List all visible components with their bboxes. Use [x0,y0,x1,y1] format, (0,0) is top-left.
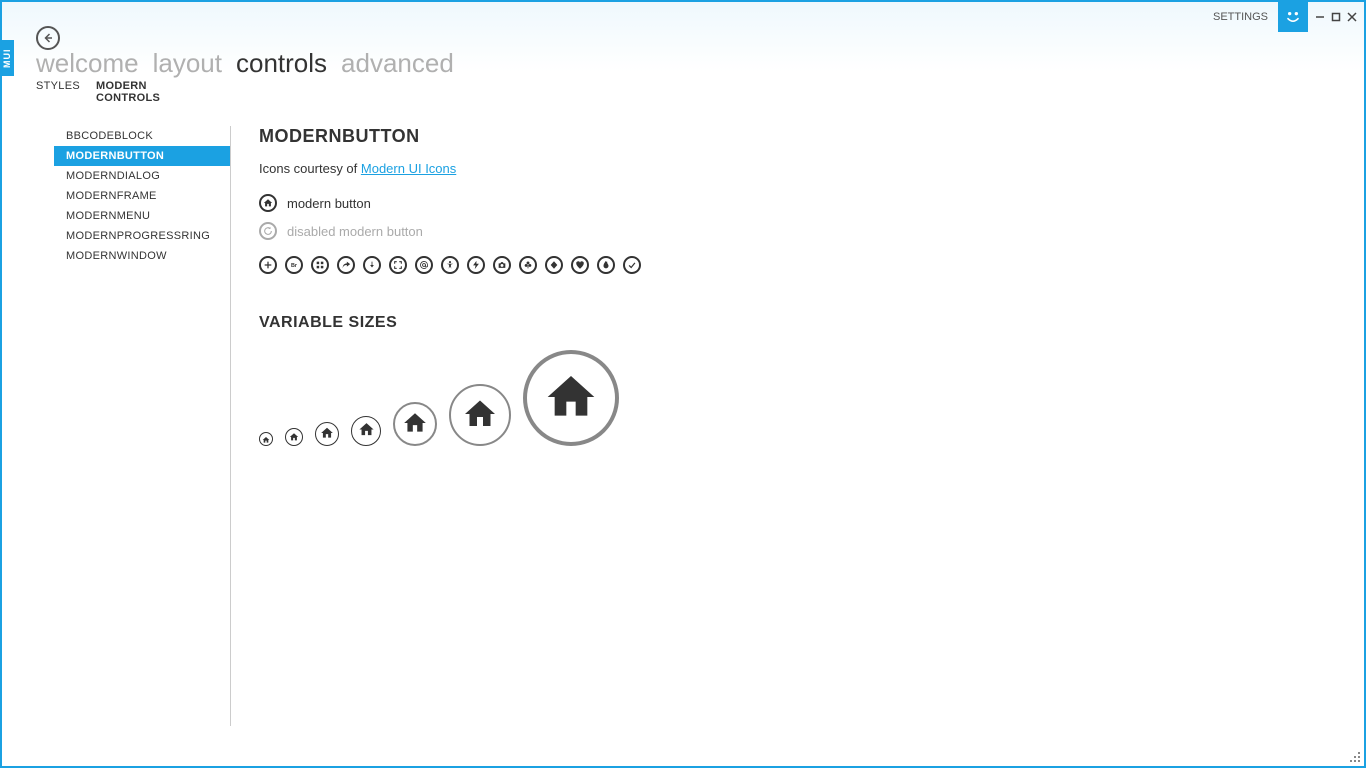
br-icon: Br [289,258,299,273]
heart-icon [575,258,585,273]
home-button-size-18[interactable] [285,428,303,446]
home-icon [259,194,277,212]
home-icon [543,369,599,428]
close-button[interactable] [1346,11,1358,23]
vertical-divider [230,126,231,726]
variable-sizes-row [259,350,1344,446]
grid-icon-button[interactable] [311,256,329,274]
back-button[interactable] [36,26,60,50]
titlebar: SETTINGS [1213,2,1364,32]
accessibility-icon-button[interactable] [441,256,459,274]
home-button-size-30[interactable] [351,416,381,446]
add-icon-button[interactable] [259,256,277,274]
sidenav-item-modernprogressring[interactable]: MODERNPROGRESSRING [54,226,230,246]
fullscreen-icon-button[interactable] [389,256,407,274]
home-icon [320,426,334,443]
app-window: MUI SETTINGS welcome layout controls advanc… [0,0,1366,768]
main-nav-advanced[interactable]: advanced [341,48,454,79]
app-logo [1278,2,1308,32]
minimize-button[interactable] [1314,11,1326,23]
at-icon-button[interactable] [415,256,433,274]
camera-icon-button[interactable] [493,256,511,274]
diamond-icon [549,258,559,273]
content-title: MODERNBUTTON [259,126,1344,147]
modern-button-label: modern button [287,196,371,211]
modern-button-disabled: disabled modern button [259,222,1344,240]
diamond-icon-button[interactable] [545,256,563,274]
maximize-button[interactable] [1330,11,1342,23]
check-icon [627,258,637,273]
window-controls [1314,11,1358,23]
main-nav-controls[interactable]: controls [236,48,327,79]
flash-icon-button[interactable] [467,256,485,274]
intro-text: Icons courtesy of Modern UI Icons [259,161,1344,176]
sidenav-item-bbcodeblock[interactable]: BBCODEBLOCK [54,126,230,146]
flame-icon [601,258,611,273]
sidenav-item-modernwindow[interactable]: MODERNWINDOW [54,246,230,266]
home-button-size-62[interactable] [449,384,511,446]
home-icon [289,430,299,445]
home-button-size-44[interactable] [393,402,437,446]
home-icon [358,421,375,441]
br-icon-button[interactable]: Br [285,256,303,274]
flame-icon-button[interactable] [597,256,615,274]
icon-button-row: Br [259,256,1344,274]
club-icon-button[interactable] [519,256,537,274]
page-body: BBCODEBLOCKMODERNBUTTONMODERNDIALOGMODER… [54,126,1344,746]
heart-icon-button[interactable] [571,256,589,274]
sidenav-item-modernframe[interactable]: MODERNFRAME [54,186,230,206]
home-button-size-96[interactable] [523,350,619,446]
check-icon-button[interactable] [623,256,641,274]
sidenav-item-modernmenu[interactable]: MODERNMENU [54,206,230,226]
resize-grip[interactable] [1348,750,1362,764]
sub-nav: STYLES MODERN CONTROLS [36,80,160,104]
main-nav: welcome layout controls advanced [36,48,454,79]
settings-link[interactable]: SETTINGS [1213,11,1268,23]
sub-nav-styles[interactable]: STYLES [36,80,80,104]
share-icon-button[interactable] [337,256,355,274]
flash-icon [471,258,481,273]
refresh-icon [259,222,277,240]
modern-button-normal[interactable]: modern button [259,194,1344,212]
share-icon [341,258,351,273]
add-icon [263,258,273,273]
svg-text:Br: Br [291,263,298,269]
side-nav: BBCODEBLOCKMODERNBUTTONMODERNDIALOGMODER… [54,126,230,746]
main-nav-welcome[interactable]: welcome [36,48,139,79]
modern-button-disabled-label: disabled modern button [287,224,423,239]
mui-side-tab[interactable]: MUI [0,40,14,76]
fullscreen-icon [393,258,403,273]
home-icon [402,410,428,439]
grid-icon [315,258,325,273]
intro-prefix: Icons courtesy of [259,161,361,176]
main-nav-layout[interactable]: layout [153,48,222,79]
content-area: MODERNBUTTON Icons courtesy of Modern UI… [259,126,1344,746]
home-icon [262,432,270,447]
home-button-size-24[interactable] [315,422,339,446]
download-icon [367,258,377,273]
sidenav-item-modernbutton[interactable]: MODERNBUTTON [54,146,230,166]
sub-nav-modern-controls[interactable]: MODERN CONTROLS [96,80,160,104]
sidenav-item-moderndialog[interactable]: MODERNDIALOG [54,166,230,186]
download-icon-button[interactable] [363,256,381,274]
at-icon [419,258,429,273]
variable-sizes-title: VARIABLE SIZES [259,314,1344,332]
club-icon [523,258,533,273]
accessibility-icon [445,258,455,273]
intro-link[interactable]: Modern UI Icons [361,161,456,176]
home-icon [462,396,498,435]
camera-icon [497,258,507,273]
home-button-size-14[interactable] [259,432,273,446]
